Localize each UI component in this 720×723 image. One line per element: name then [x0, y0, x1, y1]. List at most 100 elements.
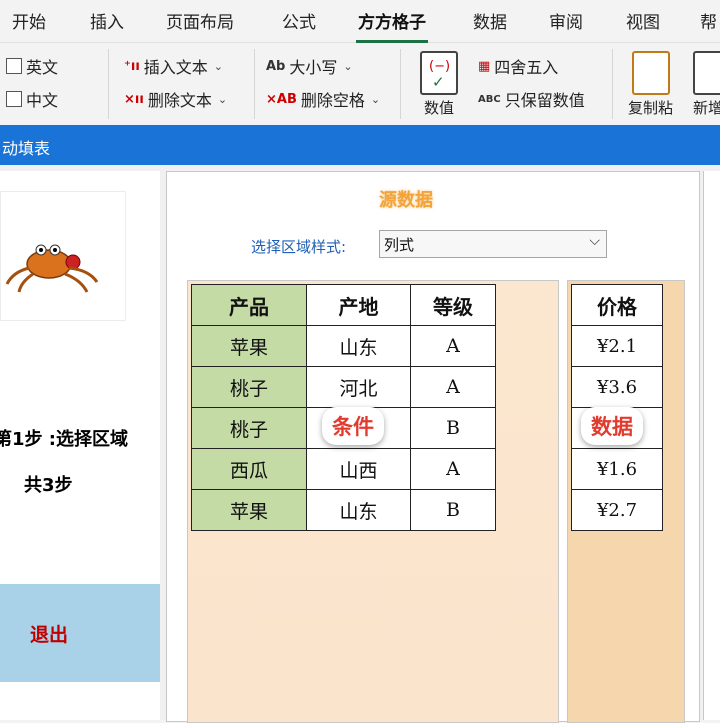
condition-region[interactable]: 产品 产地 等级 苹果 山东 A 桃子 河北 A 桃子 B 西瓜 山西 A 苹果… — [187, 280, 559, 723]
table-row: 苹果 山东 B — [191, 489, 496, 531]
keep-values-icon: ABC — [478, 93, 501, 105]
total-steps: 共3步 — [24, 475, 73, 496]
table-cell[interactable]: 山东 — [306, 325, 411, 367]
case-button[interactable]: Ab 大小写 ⌄ — [266, 54, 353, 78]
chevron-down-icon: ⌄ — [213, 59, 224, 73]
ribbon-divider — [108, 49, 109, 119]
scroll-edge — [703, 171, 720, 720]
table-cell[interactable]: ¥2.7 — [571, 489, 663, 531]
table-row: ¥2.1 — [571, 325, 663, 367]
table-cell[interactable]: 苹果 — [191, 325, 307, 367]
table-row: 苹果 山东 A — [191, 325, 496, 367]
table-cell[interactable]: ¥2.1 — [571, 325, 663, 367]
header-origin[interactable]: 产地 — [306, 284, 411, 326]
header-price[interactable]: 价格 — [571, 284, 663, 326]
delete-text-button[interactable]: ×ıı 删除文本 ⌄ — [124, 87, 227, 111]
table-cell[interactable]: A — [410, 325, 496, 367]
chevron-down-icon[interactable]: ⌵ — [589, 233, 600, 249]
new-add-label: 新增 — [692, 99, 720, 117]
source-data-panel: 源数据 选择区域样式: 列式 ⌵ 产品 产地 等级 苹果 山东 A 桃子 河北 … — [166, 171, 700, 723]
table-row: ¥3.6 — [571, 366, 663, 408]
table-row: ¥1.6 — [571, 448, 663, 490]
table-cell[interactable]: 山东 — [306, 489, 411, 531]
insert-text-button[interactable]: ⁺ıı 插入文本 ⌄ — [124, 54, 223, 78]
table-cell[interactable]: B — [410, 489, 496, 531]
round-button[interactable]: ▦ 四舍五入 — [478, 54, 558, 78]
values-button[interactable]: (−) ✓ 数值 — [420, 51, 458, 118]
crab-icon — [5, 244, 99, 293]
source-data-title: 源数据 — [379, 190, 433, 211]
header-grade[interactable]: 等级 — [410, 284, 496, 326]
table-cell[interactable]: 山西 — [306, 448, 411, 490]
region-style-select[interactable]: 列式 ⌵ — [379, 230, 607, 258]
keep-values-label: 只保留数值 — [504, 91, 585, 110]
keep-values-button[interactable]: ABC 只保留数值 — [478, 87, 585, 111]
chinese-label: 中文 — [26, 91, 59, 110]
header-product[interactable]: 产品 — [191, 284, 307, 326]
table-cell[interactable]: ¥1.6 — [571, 448, 663, 490]
condition-bubble: 条件 — [322, 407, 384, 445]
chevron-down-icon: ⌄ — [343, 59, 353, 73]
table-cell[interactable]: 桃子 — [191, 366, 307, 408]
data-region[interactable]: 价格 ¥2.1 ¥3.6 ¥1.6 ¥2.7 数据 — [567, 280, 685, 723]
insert-text-icon: ⁺ıı — [124, 58, 140, 74]
table-cell[interactable]: B — [410, 407, 496, 449]
region-style-value: 列式 — [384, 236, 415, 254]
tab-data[interactable]: 数据 — [473, 8, 507, 33]
insert-text-label: 插入文本 — [143, 58, 208, 77]
values-label: 数值 — [423, 99, 454, 117]
tab-review[interactable]: 审阅 — [549, 8, 583, 33]
delete-spaces-button[interactable]: ×AB 删除空格 ⌄ — [266, 87, 380, 111]
table-cell[interactable]: 河北 — [306, 366, 411, 408]
delete-text-icon: ×ıı — [124, 91, 144, 107]
new-add-button[interactable]: 新增 — [688, 51, 720, 118]
ribbon-tab-bar: 开始 插入 页面布局 公式 方方格子 数据 审阅 视图 帮 — [0, 0, 720, 43]
table-cell[interactable]: 西瓜 — [191, 448, 307, 490]
dialog-title-bar[interactable]: 自动填表 — [0, 125, 720, 165]
exit-area: 退出 — [0, 584, 160, 682]
english-label: 英文 — [26, 58, 59, 77]
chevron-down-icon: ⌄ — [370, 92, 381, 106]
delete-spaces-label: 删除空格 — [300, 91, 365, 110]
region-style-label: 选择区域样式: — [251, 238, 347, 256]
table-cell[interactable]: A — [410, 366, 496, 408]
table-row: 西瓜 山西 A — [191, 448, 496, 490]
case-icon: Ab — [266, 58, 286, 74]
document-icon — [693, 51, 720, 95]
ribbon-divider — [254, 49, 255, 119]
table-header-row: 价格 — [571, 284, 663, 326]
round-icon: ▦ — [478, 58, 491, 74]
exit-button[interactable]: 退出 — [30, 620, 68, 647]
step-indicator: 第1步 :选择区域 — [0, 429, 128, 450]
table-cell[interactable]: ¥3.6 — [571, 366, 663, 408]
ribbon-divider — [400, 49, 401, 119]
clipboard-icon — [631, 51, 670, 95]
tab-help[interactable]: 帮 — [700, 8, 717, 33]
checkbox-icon[interactable] — [6, 58, 22, 74]
checkbox-icon[interactable] — [6, 91, 22, 107]
table-cell[interactable]: 苹果 — [191, 489, 307, 531]
tab-page-layout[interactable]: 页面布局 — [166, 8, 234, 33]
chevron-down-icon: ⌄ — [217, 92, 228, 106]
table-cell[interactable]: A — [410, 448, 496, 490]
table-header-row: 产品 产地 等级 — [191, 284, 496, 326]
tab-fangfang[interactable]: 方方格子 — [356, 8, 428, 43]
copy-paste-label: 复制粘 — [628, 99, 674, 117]
data-bubble: 数据 — [581, 407, 643, 445]
table-row: ¥2.7 — [571, 489, 663, 531]
tab-home[interactable]: 开始 — [12, 8, 46, 33]
tab-insert[interactable]: 插入 — [90, 8, 124, 33]
ribbon-toolbar: 英文 中文 ⁺ıı 插入文本 ⌄ ×ıı 删除文本 ⌄ Ab 大小写 ⌄ ×AB… — [0, 43, 720, 125]
copy-paste-button[interactable]: 复制粘 — [628, 51, 673, 118]
case-label: 大小写 — [289, 58, 338, 77]
wizard-sidebar: 第1步 :选择区域 共3步 退出 — [0, 171, 160, 720]
table-row: 桃子 河北 A — [191, 366, 496, 408]
auto-fill-dialog: 第1步 :选择区域 共3步 退出 源数据 选择区域样式: 列式 ⌵ 产品 产地 … — [0, 165, 720, 723]
english-checkbox[interactable]: 英文 — [6, 54, 58, 78]
chinese-checkbox[interactable]: 中文 — [6, 87, 58, 111]
tab-formulas[interactable]: 公式 — [282, 8, 316, 33]
ribbon-divider — [612, 49, 613, 119]
tab-view[interactable]: 视图 — [626, 8, 660, 33]
delete-text-label: 删除文本 — [147, 91, 212, 110]
table-cell[interactable]: 桃子 — [191, 407, 307, 449]
